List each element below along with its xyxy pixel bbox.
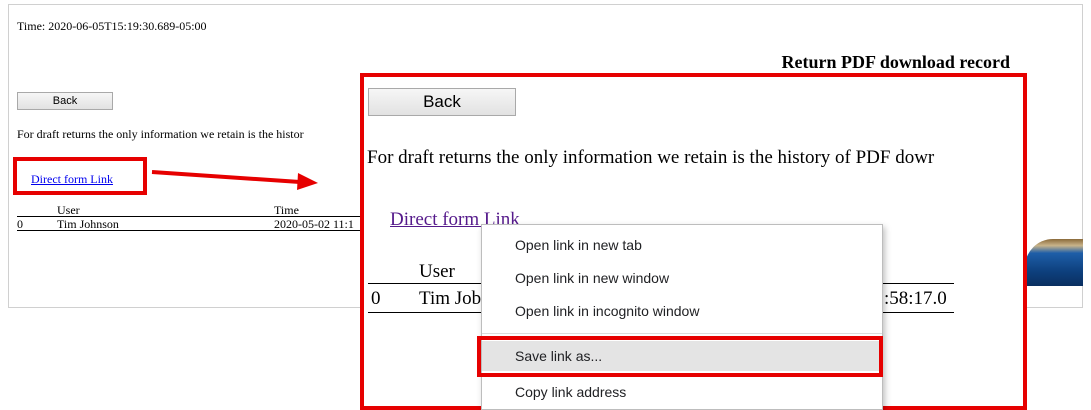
back-button[interactable]: Back (17, 92, 113, 110)
annotation-box-link (13, 157, 147, 195)
menu-item-open-new-window[interactable]: Open link in new window (482, 263, 882, 293)
menu-item-open-new-tab[interactable]: Open link in new tab (482, 230, 882, 260)
table-row: 0 Tim Johnson 2020-05-02 11:1 (17, 217, 367, 231)
zoom-column-header-user: User (419, 261, 455, 282)
context-menu: Open link in new tab Open link in new wi… (481, 224, 883, 410)
decorative-image (1025, 239, 1083, 286)
zoom-info-text: For draft returns the only information w… (367, 147, 935, 168)
download-table: User Time 0 Tim Johnson 2020-05-02 11:1 (17, 203, 367, 231)
zoom-back-button[interactable]: Back (368, 88, 516, 116)
menu-separator (482, 333, 882, 334)
table-header: User Time (17, 203, 367, 217)
zoom-row-time: :58:17.0 (884, 288, 947, 309)
row-index: 0 (17, 217, 23, 231)
row-time: 2020-05-02 11:1 (274, 217, 354, 231)
annotation-arrow-icon (151, 170, 318, 190)
page-title: Return PDF download record (781, 52, 1011, 72)
menu-item-copy-link-address[interactable]: Copy link address (482, 377, 882, 407)
annotation-box-save-link (477, 336, 883, 377)
column-header-time: Time (274, 203, 299, 217)
info-text: For draft returns the only information w… (17, 127, 304, 141)
column-header-user: User (57, 203, 80, 217)
zoom-row-index: 0 (371, 288, 381, 309)
menu-item-open-incognito[interactable]: Open link in incognito window (482, 296, 882, 326)
row-user: Tim Johnson (57, 217, 119, 231)
zoom-row-user: Tim Job (419, 288, 482, 309)
timestamp: Time: 2020-06-05T15:19:30.689-05:00 (17, 19, 207, 33)
